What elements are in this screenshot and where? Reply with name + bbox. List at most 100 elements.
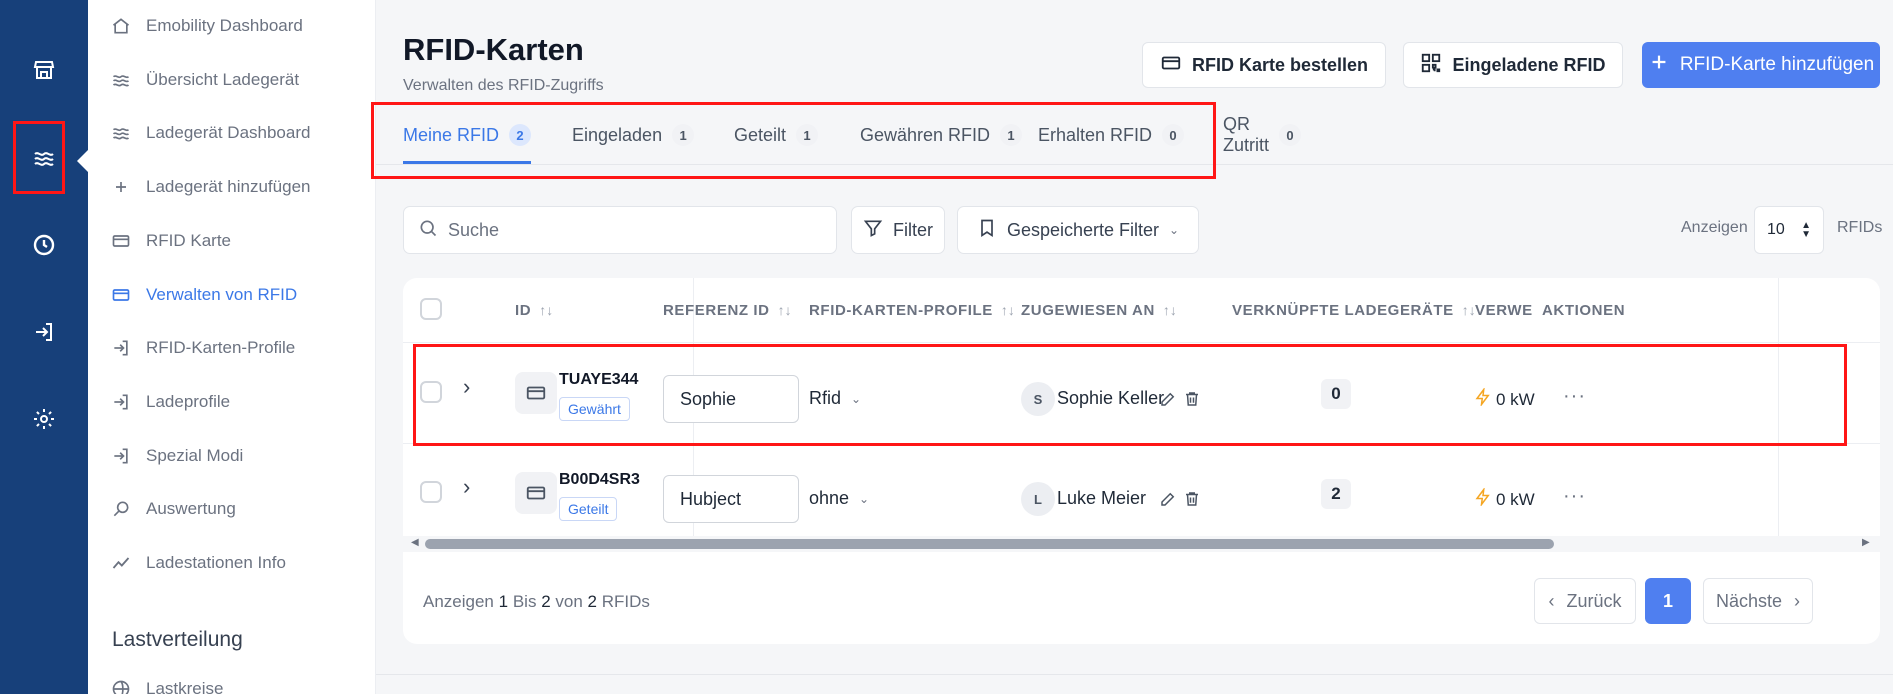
card-icon [515,472,557,514]
trend-icon [110,552,132,574]
add-rfid-card-button[interactable]: RFID-Karte hinzufügen [1642,42,1880,88]
profile-value: ohne [809,488,850,508]
edit-icon[interactable] [1159,490,1177,508]
login-icon[interactable] [22,310,66,354]
sidebar-item-label: RFID-Karten-Profile [146,338,296,357]
status-badge: Geteilt [559,497,618,521]
sidebar-item-auswertung[interactable]: Auswertung [110,495,236,523]
card-icon [110,230,132,252]
sidebar-item-label: Emobility Dashboard [146,16,303,35]
next-page-button[interactable]: Nächste › [1703,578,1813,624]
page-size-value: 10 [1767,221,1785,238]
sidebar-item-lastkreise[interactable]: Lastkreise [110,675,223,694]
sort-icon: ↑↓ [1000,302,1015,318]
invited-rfid-button[interactable]: Eingeladene RFID [1403,42,1623,88]
linked-chargers-count: 2 [1321,479,1351,509]
clock-icon[interactable] [22,223,66,267]
tab-qr-zutritt[interactable]: QR Zutritt 0 [1223,114,1301,155]
column-header-actions: AKTIONEN [1542,298,1625,322]
header-label: ID [515,301,532,319]
sidebar-item-label: Verwalten von RFID [146,285,298,304]
current-page-button[interactable]: 1 [1645,578,1691,624]
reference-id-input[interactable] [663,475,799,523]
column-header-id[interactable]: ID ↑↓ [515,298,553,322]
sidebar-item-rfid-karten-profile[interactable]: RFID-Karten-Profile [110,334,295,362]
assignee-name: Luke Meier [1057,488,1147,508]
login-icon [110,445,132,467]
expand-row-icon[interactable]: › [463,474,470,500]
sidebar-item-label: Ladestationen Info [146,553,286,572]
header-label: VERKNÜPFTE LADEGERÄTE [1232,301,1454,319]
previous-page-button[interactable]: ‹ Zurück [1534,578,1636,624]
card-icon [1160,52,1182,79]
scroll-left-arrow-icon[interactable]: ◀ [411,537,419,548]
sidebar-item-ladestationen-info[interactable]: Ladestationen Info [110,549,286,577]
saved-filter-label: Gespeicherte Filter [1006,219,1159,240]
sidebar-section-title: Lastverteilung [112,628,243,651]
invited-rfid-label: Eingeladene RFID [1452,54,1606,75]
search-icon [110,498,132,520]
plus-icon [1648,51,1670,79]
trash-icon[interactable] [1183,490,1201,508]
sidebar-item-label: Übersicht Ladegerät [146,70,300,89]
sidebar-item-spezial-modi[interactable]: Spezial Modi [110,442,243,470]
summary-unit: RFIDs [601,592,650,611]
column-header-usage[interactable]: VERWE [1475,298,1533,322]
next-page-label: Nächste [1715,590,1783,611]
row-highlight-box [413,344,1847,446]
column-header-reference[interactable]: REFERENZ ID ↑↓ [663,298,792,322]
card-icon [110,284,132,306]
page-title: RFID-Karten [403,32,584,67]
search-icon [418,218,438,243]
sidebar: Emobility Dashboard Übersicht Ladegerät … [88,0,376,694]
header-label: VERWE [1475,301,1533,319]
summary-between: Bis [512,592,537,611]
waves-icon [110,69,132,91]
tabs-highlight-box [371,102,1216,179]
row-checkbox[interactable] [420,481,442,503]
column-header-assigned[interactable]: ZUGEWIESEN AN ↑↓ [1021,298,1177,322]
sidebar-item-emobility-dashboard[interactable]: Emobility Dashboard [110,12,303,40]
search-field[interactable] [403,206,837,254]
sidebar-item-label: Ladeprofile [146,392,231,411]
active-rail-pointer [77,150,88,172]
login-icon [110,337,132,359]
more-actions-icon[interactable]: ··· [1563,485,1586,508]
sidebar-item-ladegeraet-dashboard[interactable]: Ladegerät Dashboard [110,119,310,147]
previous-page-label: Zurück [1566,590,1622,611]
chevron-down-icon: ⌄ [859,491,870,506]
sidebar-item-rfid-karte[interactable]: RFID Karte [110,227,231,255]
column-header-linked-chargers[interactable]: VERKNÜPFTE LADEGERÄTE ↑↓ [1232,298,1476,322]
column-header-profiles[interactable]: RFID-KARTEN-PROFILE ↑↓ [809,298,1015,322]
sort-icon: ↑↓ [777,302,792,318]
profile-select[interactable]: ohne ⌄ [809,488,869,509]
page-size-unit: RFIDs [1837,219,1883,236]
filter-label: Filter [893,219,933,240]
order-rfid-card-button[interactable]: RFID Karte bestellen [1142,42,1386,88]
active-rail-highlight [13,121,65,194]
scroll-right-arrow-icon[interactable]: ▶ [1862,537,1870,548]
filter-button[interactable]: Filter [851,206,945,254]
sidebar-item-label: Spezial Modi [146,446,244,465]
sidebar-item-uebersicht-ladegeraet[interactable]: Übersicht Ladegerät [110,66,299,94]
sidebar-item-ladegeraet-hinzufuegen[interactable]: Ladegerät hinzufügen [110,173,310,201]
horizontal-scrollbar[interactable]: ◀ ▶ [403,536,1880,552]
select-all-checkbox[interactable] [420,298,442,320]
filter-icon [863,218,883,243]
rfid-id[interactable]: B00D4SR3 [559,471,640,489]
gear-icon[interactable] [22,397,66,441]
sidebar-item-verwalten-von-rfid[interactable]: Verwalten von RFID [110,281,297,309]
page-size-select[interactable]: 10 ▲ ▼ [1754,206,1824,254]
main-content: RFID-Karten Verwalten des RFID-Zugriffs … [371,0,1893,694]
store-icon[interactable] [22,48,66,92]
waves-icon [110,122,132,144]
sidebar-item-label: Auswertung [146,499,236,518]
saved-filter-dropdown[interactable]: Gespeicherte Filter ⌄ [957,206,1199,254]
summary-from: 1 [498,592,509,611]
summary-total: 2 [587,592,598,611]
search-input[interactable] [448,219,818,241]
sidebar-item-ladeprofile[interactable]: Ladeprofile [110,388,230,416]
summary-of: von [555,592,583,611]
chevron-left-icon: ‹ [1548,590,1555,611]
scrollbar-thumb[interactable] [425,539,1554,549]
